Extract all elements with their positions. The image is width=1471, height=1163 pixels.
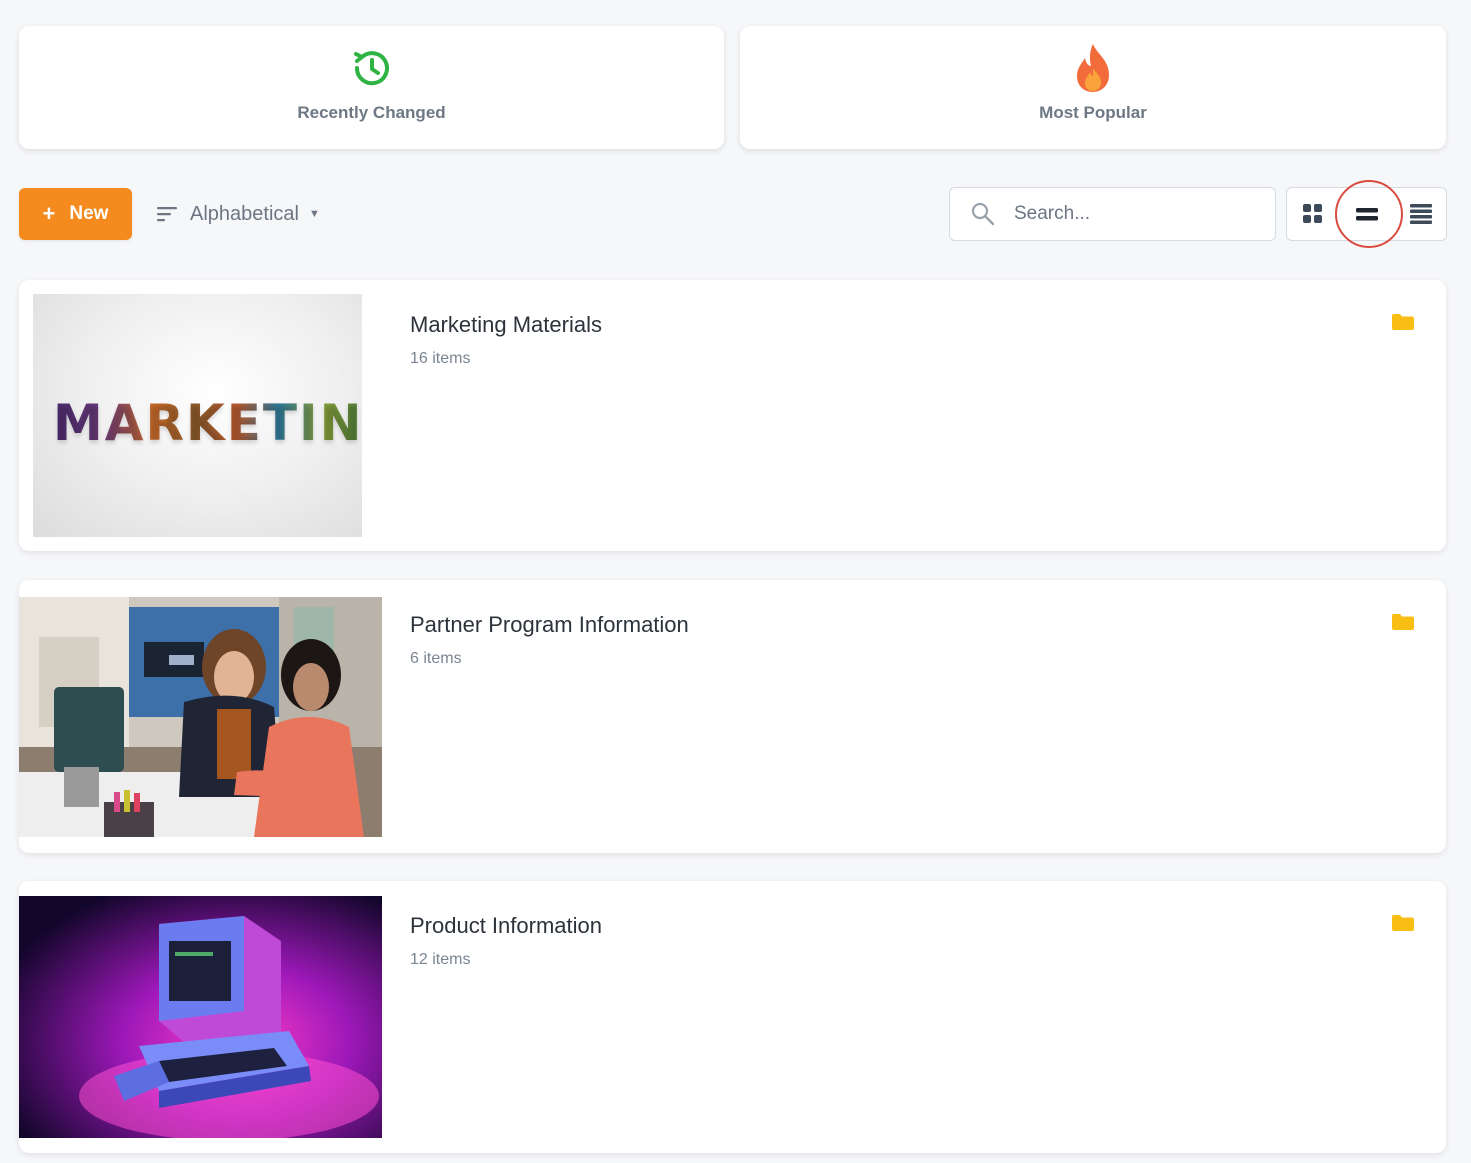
sort-label: Alphabetical [190,202,299,225]
most-popular-card[interactable]: Most Popular [740,26,1446,149]
flame-icon [1071,43,1115,93]
folder-thumbnail: MARKETING [33,294,362,537]
sort-icon [156,205,178,223]
folder-row[interactable]: MARKETING Marketing Materials 16 items [19,280,1446,551]
search-input[interactable] [1014,203,1244,225]
most-popular-label: Most Popular [1039,103,1147,122]
folder-item-count: 6 items [410,650,462,667]
folder-title[interactable]: Product Information [410,913,602,939]
folder-title[interactable]: Marketing Materials [410,312,602,338]
caret-down-icon: ▼ [308,208,320,220]
folder-row[interactable]: Partner Program Information 6 items [19,580,1446,853]
folder-thumbnail [19,597,382,837]
sort-dropdown[interactable]: Alphabetical ▼ [156,198,320,230]
folder-icon [1391,313,1415,336]
plus-icon: + [42,201,56,226]
folder-icon [1391,914,1415,937]
new-button[interactable]: + New [19,188,132,240]
history-clock-icon [348,43,396,93]
grid-view-icon[interactable] [1287,188,1339,240]
recently-changed-card[interactable]: Recently Changed [19,26,724,149]
folder-row[interactable]: Product Information 12 items [19,881,1446,1153]
search-icon [971,202,995,226]
folder-title[interactable]: Partner Program Information [410,612,689,638]
thumbnail-text: MARKETING [53,394,362,452]
folder-item-count: 12 items [410,951,471,968]
new-button-label: New [69,203,109,224]
search-box[interactable] [949,187,1276,241]
active-view-highlight [1335,180,1403,248]
folder-item-count: 16 items [410,350,471,367]
recently-changed-label: Recently Changed [297,103,446,122]
folder-icon [1391,613,1415,636]
folder-thumbnail [19,896,382,1138]
